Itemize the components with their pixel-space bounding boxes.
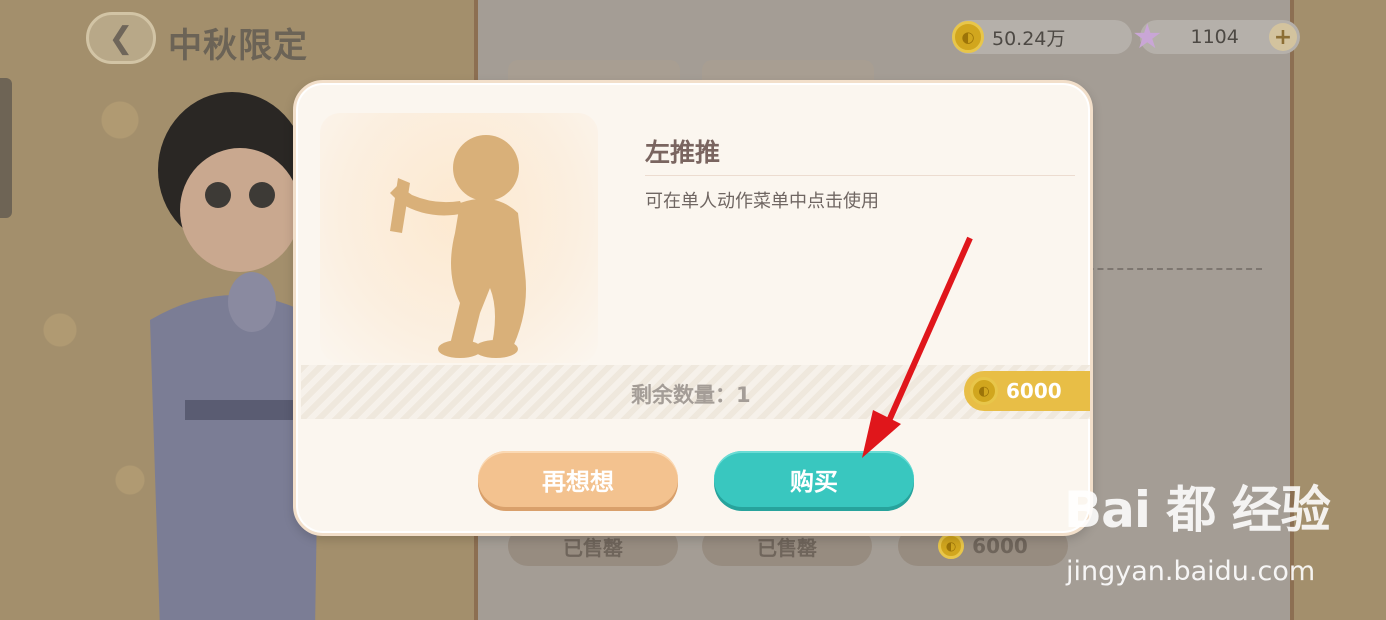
star-amount: 1104 xyxy=(1190,26,1239,48)
cancel-button[interactable]: 再想想 xyxy=(478,451,678,507)
coin-icon: ◐ xyxy=(952,21,984,53)
plus-icon: + xyxy=(1273,24,1293,50)
star-balance: ★ 1104 + xyxy=(1132,20,1300,54)
shop-price-value: 6000 xyxy=(972,534,1028,558)
watermark-url: jingyan.baidu.com xyxy=(1066,556,1316,587)
chevron-left-icon: ❮ xyxy=(108,20,134,56)
page-title: 中秋限定 xyxy=(168,26,308,66)
push-left-pose-icon xyxy=(390,135,526,358)
add-currency-button[interactable]: + xyxy=(1269,23,1297,51)
side-tab[interactable] xyxy=(0,78,12,218)
buy-button[interactable]: 购买 xyxy=(714,451,914,507)
watermark-logo: Bai 都 经验 xyxy=(1064,481,1331,539)
item-preview xyxy=(320,113,598,363)
remaining-quantity: 剩余数量：1 xyxy=(631,383,751,407)
price-tag: ◐ 6000 xyxy=(964,371,1090,411)
coin-icon: ◐ xyxy=(970,377,998,405)
purchase-dialog: 左推推 可在单人动作菜单中点击使用 剩余数量：1 ◐ 6000 再想想 购买 xyxy=(293,80,1093,536)
price-amount: 6000 xyxy=(1006,379,1062,403)
item-description: 可在单人动作菜单中点击使用 xyxy=(645,191,879,212)
item-name: 左推推 xyxy=(645,138,721,167)
coin-balance: ◐ 50.24万 xyxy=(952,20,1132,54)
coin-amount: 50.24万 xyxy=(992,27,1066,50)
coin-icon: ◐ xyxy=(938,533,965,559)
title-divider xyxy=(645,175,1075,176)
star-icon: ★ xyxy=(1132,17,1163,57)
back-button[interactable]: ❮ xyxy=(86,12,156,64)
